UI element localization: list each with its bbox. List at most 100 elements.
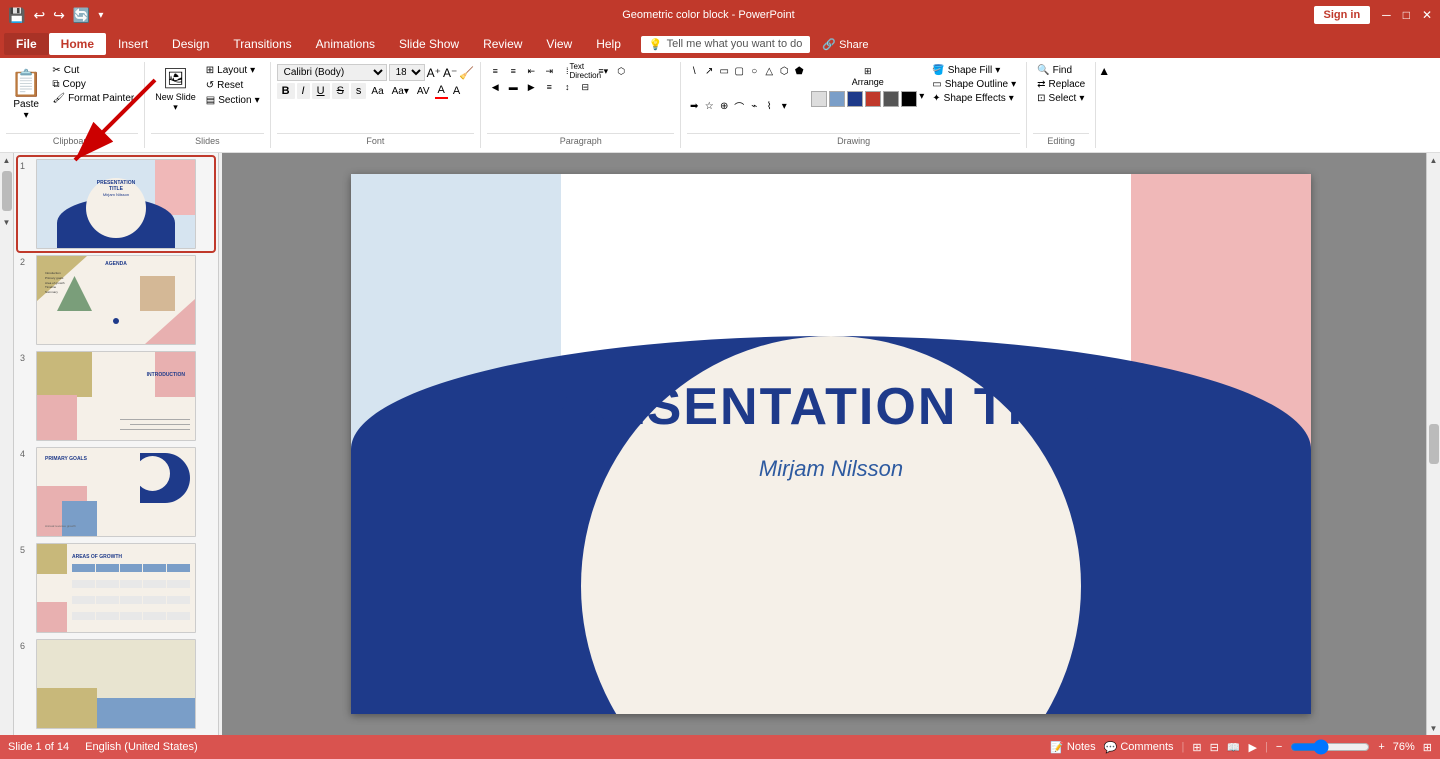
replace-button[interactable]: ⇄ Replace xyxy=(1033,78,1089,91)
font-grow-icon[interactable]: A⁺ xyxy=(427,66,441,80)
tab-slideshow[interactable]: Slide Show xyxy=(387,33,471,55)
quick-styles-dropdown[interactable]: ▾ xyxy=(919,91,924,107)
fit-slide-btn[interactable]: ⊞ xyxy=(1423,741,1432,754)
save-icon[interactable]: 💾 xyxy=(8,7,25,24)
cut-button[interactable]: ✂ Cut xyxy=(48,64,138,77)
zoom-out-btn[interactable]: − xyxy=(1276,741,1282,753)
slide-title[interactable]: PRESENTATION TITLE xyxy=(534,379,1129,436)
justify-btn[interactable]: ≡ xyxy=(541,80,557,94)
shape-scroll[interactable]: ▾ xyxy=(777,99,791,113)
shape-triangle[interactable]: △ xyxy=(762,64,776,78)
shape-more1[interactable]: ⬡ xyxy=(777,64,791,78)
paste-dropdown[interactable]: ▾ xyxy=(24,110,29,121)
font-spacing-btn[interactable]: Aa▾ xyxy=(389,85,412,98)
convert-smartart-btn[interactable]: ⬡ xyxy=(613,64,629,78)
recover-icon[interactable]: 🔄 xyxy=(73,7,90,24)
layout-button[interactable]: ⊞ Layout▾ xyxy=(202,64,264,77)
collapse-icon[interactable]: ▲ xyxy=(1098,64,1110,78)
shadow-button[interactable]: s xyxy=(351,83,367,99)
shape-effects-button[interactable]: ✦ Shape Effects▾ xyxy=(928,92,1020,105)
col-layout-btn[interactable]: ⊟ xyxy=(577,80,593,94)
select-button[interactable]: ⊡ Select▾ xyxy=(1033,92,1089,105)
undo-icon[interactable]: ↩ xyxy=(33,7,45,24)
tab-review[interactable]: Review xyxy=(471,33,534,55)
highlight-btn[interactable]: A xyxy=(450,84,463,98)
new-slide-dropdown[interactable]: ▾ xyxy=(173,102,178,113)
shape-rect[interactable]: ▭ xyxy=(717,64,731,78)
tab-help[interactable]: Help xyxy=(584,33,633,55)
shape-more6[interactable]: ⌒ xyxy=(732,99,746,113)
tab-file[interactable]: File xyxy=(4,33,49,55)
font-size-select[interactable]: 18 xyxy=(389,64,425,81)
tab-transitions[interactable]: Transitions xyxy=(221,33,303,55)
new-slide-button[interactable]: 🖼 New Slide ▾ xyxy=(151,64,200,115)
style-box-1[interactable] xyxy=(811,91,827,107)
shape-outline-button[interactable]: ▭ Shape Outline▾ xyxy=(928,78,1020,91)
shape-line[interactable]: \ xyxy=(687,64,701,78)
collapse-ribbon[interactable]: ▲ xyxy=(1096,62,1112,148)
style-box-4[interactable] xyxy=(865,91,881,107)
tab-home[interactable]: Home xyxy=(49,33,106,55)
tell-me-box[interactable]: 💡 Tell me what you want to do xyxy=(641,36,810,53)
arrange-button[interactable]: ⊞ Arrange xyxy=(811,64,924,89)
copy-button[interactable]: ⧉ Copy xyxy=(48,78,138,91)
font-name-select[interactable]: Calibri (Body) xyxy=(277,64,387,81)
line-spacing-btn[interactable]: ↕ xyxy=(559,80,575,94)
reset-button[interactable]: ↺ Reset xyxy=(202,79,264,92)
scroll-thumb[interactable] xyxy=(2,171,12,211)
text-direction-btn[interactable]: Text Direction xyxy=(577,64,593,78)
shape-more8[interactable]: ⌇ xyxy=(762,99,776,113)
comments-button[interactable]: 💬 Comments xyxy=(1104,741,1174,754)
italic-button[interactable]: I xyxy=(297,83,310,99)
shape-oval[interactable]: ○ xyxy=(747,64,761,78)
slide-thumb-5[interactable]: 5 AREAS OF GROWTH xyxy=(18,541,214,635)
scroll-up-btn[interactable]: ▲ xyxy=(0,153,14,167)
shape-more2[interactable]: ⬟ xyxy=(792,64,806,78)
slide-thumb-1[interactable]: 1 PRESENTATIONTITLEMirjam Nilsson xyxy=(18,157,214,251)
align-text-btn[interactable]: ≡▾ xyxy=(595,64,611,78)
style-box-2[interactable] xyxy=(829,91,845,107)
reading-view-btn[interactable]: 📖 xyxy=(1227,741,1241,754)
slide-thumb-4[interactable]: 4 PRIMARY GOALS Annual revenue growth xyxy=(18,445,214,539)
shape-arrow[interactable]: ↗ xyxy=(702,64,716,78)
slide-thumb-2[interactable]: 2 AGENDA IntroductionPrimary goalsArea o… xyxy=(18,253,214,347)
slide-sorter-btn[interactable]: ⊟ xyxy=(1210,741,1219,754)
format-painter-button[interactable]: 🖌 Format Painter xyxy=(48,92,138,105)
bold-button[interactable]: B xyxy=(277,83,295,99)
tab-insert[interactable]: Insert xyxy=(106,33,160,55)
slideshow-btn[interactable]: ▶ xyxy=(1249,741,1257,754)
char-spacing-btn[interactable]: AV xyxy=(414,85,433,98)
scroll-down-btn[interactable]: ▼ xyxy=(0,215,14,229)
shape-fill-button[interactable]: 🪣 Shape Fill▾ xyxy=(928,64,1020,77)
zoom-slider[interactable] xyxy=(1290,739,1370,755)
canvas-scroll-down[interactable]: ▼ xyxy=(1427,721,1440,735)
font-shrink-icon[interactable]: A⁻ xyxy=(443,66,457,80)
zoom-in-btn[interactable]: + xyxy=(1378,741,1384,753)
shape-more7[interactable]: ⌁ xyxy=(747,99,761,113)
slide-thumb-3[interactable]: 3 INTRODUCTION xyxy=(18,349,214,443)
slide-thumb-6[interactable]: 6 xyxy=(18,637,214,731)
increase-indent-btn[interactable]: ⇥ xyxy=(541,64,557,78)
align-left-btn[interactable]: ◀ xyxy=(487,80,503,94)
tab-design[interactable]: Design xyxy=(160,33,221,55)
sign-in-button[interactable]: Sign in xyxy=(1314,6,1371,24)
font-case-btn[interactable]: Aa xyxy=(368,85,386,98)
notes-button[interactable]: 📝 Notes xyxy=(1050,741,1095,754)
strikethrough-button[interactable]: S xyxy=(332,83,349,99)
tab-animations[interactable]: Animations xyxy=(304,33,387,55)
slide-content[interactable]: PRESENTATION TITLE Mirjam Nilsson xyxy=(534,379,1129,482)
slide-author[interactable]: Mirjam Nilsson xyxy=(534,456,1129,482)
close-btn[interactable]: ✕ xyxy=(1422,8,1432,22)
numbering-btn[interactable]: ≡ xyxy=(505,64,521,78)
section-button[interactable]: ▤ Section▾ xyxy=(202,94,264,107)
shape-more3[interactable]: ➡ xyxy=(687,99,701,113)
align-right-btn[interactable]: ▶ xyxy=(523,80,539,94)
canvas-scroll-thumb[interactable] xyxy=(1429,424,1439,464)
paste-button[interactable]: 📋 Paste ▾ xyxy=(6,64,46,125)
slide-canvas[interactable]: PRESENTATION TITLE Mirjam Nilsson xyxy=(351,174,1311,714)
underline-button[interactable]: U xyxy=(312,83,330,99)
minimize-btn[interactable]: ─ xyxy=(1382,8,1391,22)
font-color-btn[interactable]: A xyxy=(435,83,448,99)
tab-view[interactable]: View xyxy=(534,33,584,55)
redo-icon[interactable]: ↪ xyxy=(53,7,65,24)
